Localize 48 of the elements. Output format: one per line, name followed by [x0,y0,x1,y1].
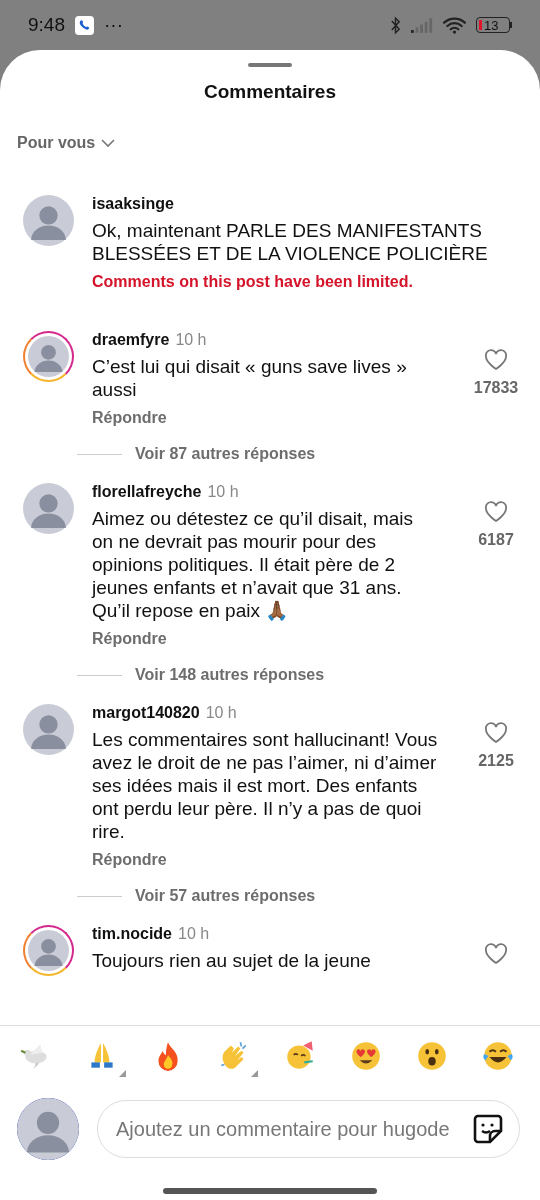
reply-link[interactable]: Répondre [92,409,167,427]
more-notifications-text: ··· [104,14,123,36]
comment-text: Toujours rien au sujet de la jeune [92,949,372,972]
avatar[interactable] [23,483,74,534]
comment-time: 10 h [175,331,207,349]
bluetooth-icon [390,15,401,35]
comment-time: 10 h [178,925,210,943]
view-replies-link[interactable]: Voir 87 autres réponses [135,445,316,463]
comment-username[interactable]: tim.nocide [92,925,172,943]
avatar[interactable] [23,925,74,976]
battery-indicator: 13 [476,17,512,33]
signal-icon [411,16,433,34]
like-count: 17833 [473,379,519,397]
comment-username[interactable]: margot140820 [92,704,200,722]
wifi-icon [443,16,466,34]
comment-text: Les commentaires sont hallucinant! Vous avez le droit de ne pas l’aimer, ni d’aimer ses idées mais il est mort. Des enfants ont perdu leur père. Il n’y a pas de quoi rire. [92,728,438,843]
comment-text: C’est lui qui disait « guns save lives » aussi [92,355,408,401]
heart-icon[interactable] [484,722,508,744]
heart-icon[interactable] [484,501,508,523]
laughing-face-icon[interactable] [480,1039,515,1073]
comment-username[interactable]: florellafreyche [92,483,202,501]
drag-handle[interactable] [248,63,292,67]
comment-time: 10 h [207,483,239,501]
avatar[interactable] [23,331,74,382]
chevron-down-icon [101,138,116,148]
sticker-icon[interactable] [472,1113,504,1145]
comment-time: 10 h [205,704,237,722]
reply-link[interactable]: Répondre [92,630,167,648]
reply-link[interactable]: Répondre [92,851,167,869]
view-replies-link[interactable]: Voir 148 autres réponses [135,666,325,684]
comment-text: Aimez ou détestez ce qu’il disait, mais on ne devrait pas mourir pour des opinions politiques. Il était père de 2 jeunes enfants et n’avait que 31 ans. Qu’il repose en paix 🙏🏾 [92,507,415,622]
like-count: 6187 [478,531,514,549]
comment-username[interactable]: isaaksinge [92,195,174,213]
comment-input[interactable]: Ajoutez un commentaire pour hugode [97,1100,520,1158]
avatar[interactable] [23,704,74,755]
status-time: 9:48 [28,14,65,36]
comment-username[interactable]: draemfyre [92,331,170,349]
phone-app-icon[interactable] [75,15,94,35]
view-replies-link[interactable]: Voir 57 autres réponses [135,887,316,905]
filter-dropdown[interactable]: Pour vous [17,134,116,152]
avatar[interactable] [23,195,74,246]
comment-text: Ok, maintenant PARLE DES MANIFESTANTS BLESSÉES ET DE LA VIOLENCE POLICIÈRE [92,219,489,265]
like-count: 2125 [478,752,514,770]
limited-notice: Comments on this post have been limited. [92,273,414,291]
heart-icon[interactable] [484,943,508,965]
sheet-title: Commentaires [204,81,336,103]
heart-icon[interactable] [484,349,508,371]
avatar[interactable] [17,1098,79,1160]
